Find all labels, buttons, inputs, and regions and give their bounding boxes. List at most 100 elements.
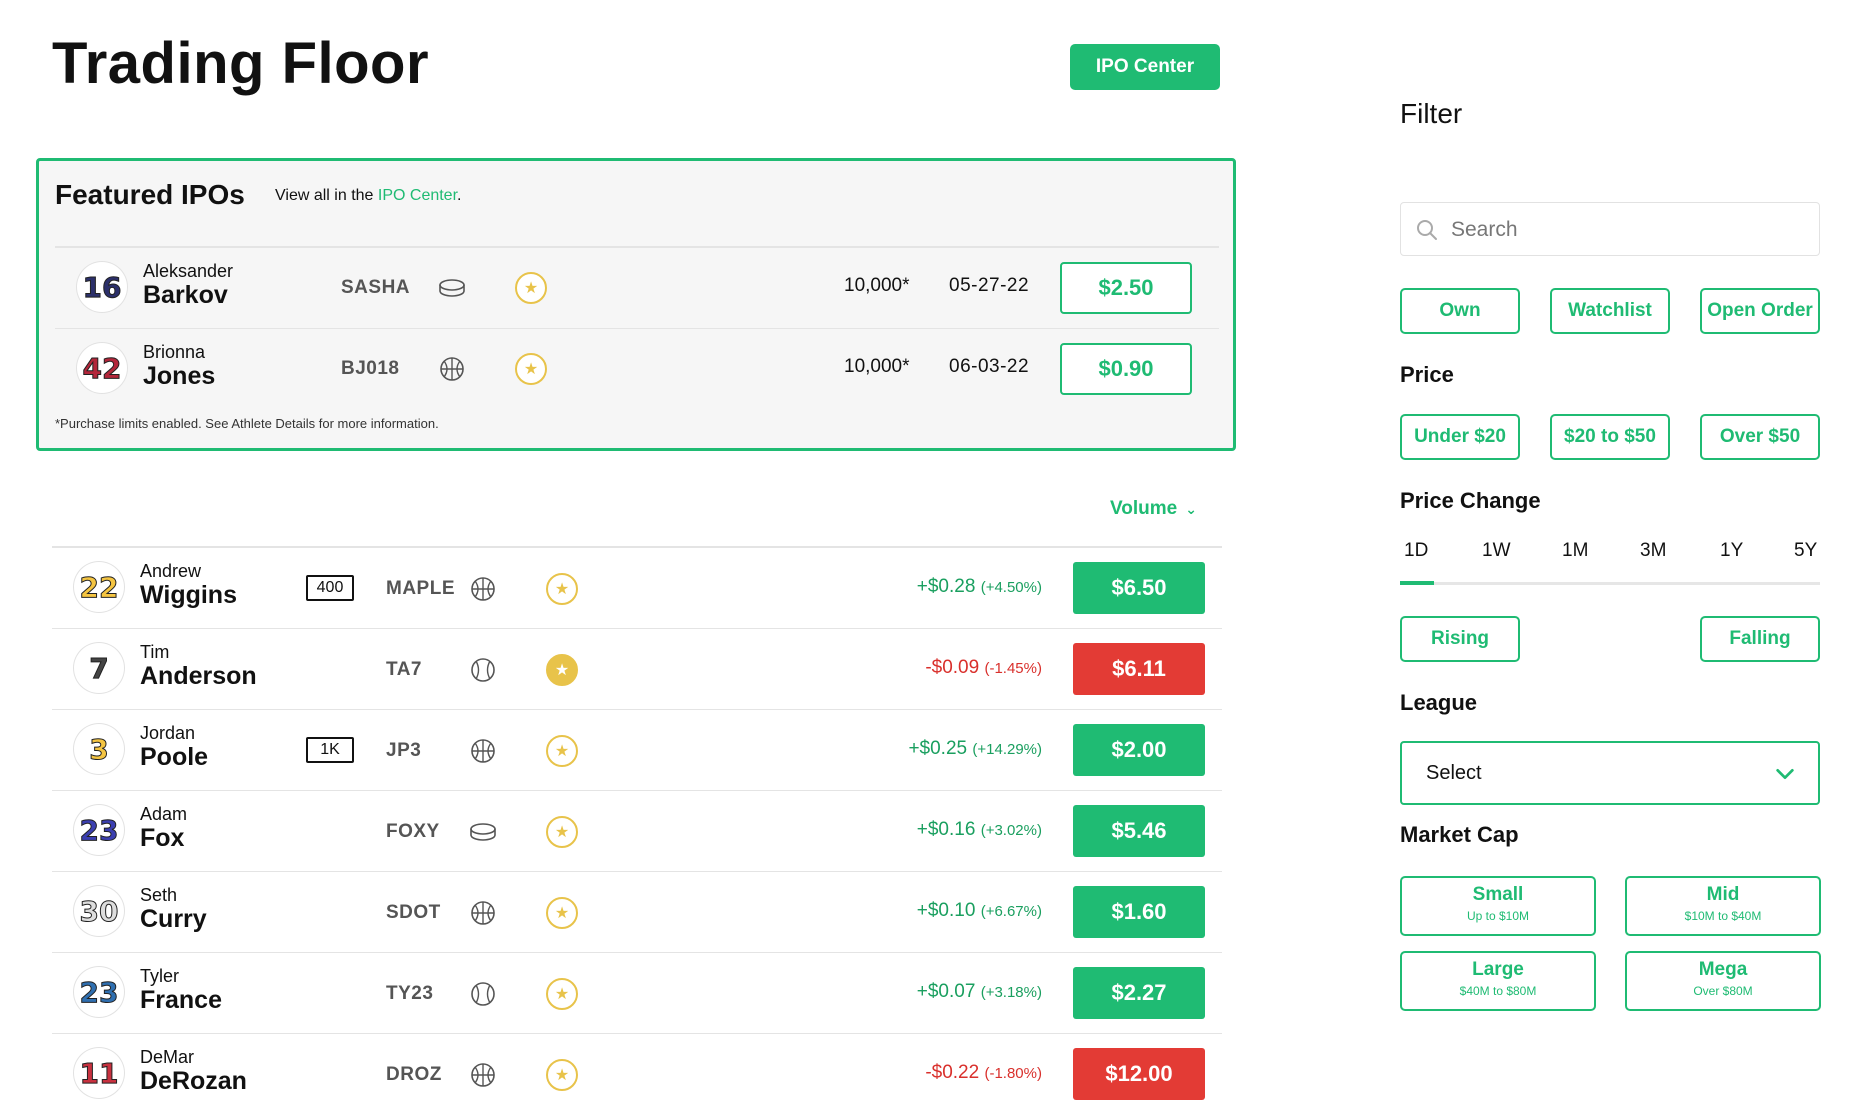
league-select-value: Select [1426,762,1482,784]
athlete-row[interactable]: 11 DeMar DeRozan DROZ ★ -$0.22 (-1.80%) $12.00 [52,1034,1222,1103]
chevron-down-icon [1776,768,1794,780]
price-20-to-50-button[interactable]: $20 to $50 [1550,414,1670,460]
athlete-ticker: JP3 [386,740,422,761]
falling-button[interactable]: Falling [1700,616,1820,662]
jersey-avatar: 16 [77,262,127,312]
timeframe-tab-1y[interactable]: 1Y [1720,540,1743,562]
basketball-icon [469,899,497,927]
price-change-amount: +$0.28 [916,576,976,597]
price-under-20-button[interactable]: Under $20 [1400,414,1520,460]
athlete-ticker: FOXY [386,821,440,842]
athlete-last-name: Jones [143,362,216,390]
watchlist-star-icon[interactable]: ★ [515,272,547,304]
price-change-percent: (+14.29%) [972,741,1042,758]
price-over-50-button[interactable]: Over $50 [1700,414,1820,460]
timeframe-tab-5y[interactable]: 5Y [1794,540,1817,562]
market-cap-mega-button[interactable]: Mega Over $80M [1625,951,1821,1011]
baseball-icon [469,656,497,684]
timeframe-tab-1w[interactable]: 1W [1482,540,1511,562]
hockey-puck-icon [438,274,466,302]
market-cap-small-button[interactable]: Small Up to $10M [1400,876,1596,936]
price-change-amount: +$0.16 [916,819,976,840]
athlete-last-name: Anderson [140,662,257,690]
price-button[interactable]: $12.00 [1073,1048,1205,1100]
ipo-date: 05-27-22 [949,275,1030,296]
athlete-first-name: Jordan [140,723,196,743]
price-change: +$0.28 (+4.50%) [917,576,1042,598]
watchlist-star-icon[interactable]: ★ [515,353,547,385]
market-cap-mid-button[interactable]: Mid $10M to $40M [1625,876,1821,936]
purchase-limit-note: *Purchase limits enabled. See Athlete De… [55,416,439,431]
price-change-amount: +$0.25 [908,738,968,759]
timeframe-tab-3m[interactable]: 3M [1640,540,1666,562]
watchlist-star-icon[interactable]: ★ [546,978,578,1010]
ipo-center-button[interactable]: IPO Center [1070,44,1220,90]
watchlist-star-icon[interactable]: ★ [546,897,578,929]
price-button[interactable]: $2.00 [1073,724,1205,776]
watchlist-star-icon[interactable]: ★ [546,654,578,686]
athlete-ticker: MAPLE [386,578,455,599]
price-button[interactable]: $6.11 [1073,643,1205,695]
page-title: Trading Floor [52,31,430,96]
athlete-row[interactable]: 23 Tyler France TY23 ★ +$0.07 (+3.18%) $2.27 [52,953,1222,1034]
athlete-ticker: TY23 [386,983,434,1004]
ipo-price-button[interactable]: $2.50 [1060,262,1192,314]
watchlist-star-icon[interactable]: ★ [546,1059,578,1091]
price-change-percent: (+3.02%) [980,822,1042,839]
rising-button[interactable]: Rising [1400,616,1520,662]
watchlist-star-icon[interactable]: ★ [546,735,578,767]
search-input[interactable] [1451,211,1801,249]
price-button[interactable]: $1.60 [1073,886,1205,938]
search-box[interactable] [1400,202,1820,256]
filter-watchlist-button[interactable]: Watchlist [1550,288,1670,334]
filter-title: Filter [1400,98,1463,129]
price-change-percent: (+3.18%) [980,984,1042,1001]
athlete-first-name: Seth [140,885,178,905]
price-button[interactable]: $6.50 [1073,562,1205,614]
ipo-price-button[interactable]: $0.90 [1060,343,1192,395]
athlete-first-name: Tyler [140,966,180,986]
jersey-avatar: 42 [77,343,127,393]
athlete-last-name: Fox [140,824,185,852]
athlete-row[interactable]: 30 Seth Curry SDOT ★ +$0.10 (+6.67%) $1.60 [52,872,1222,953]
athlete-last-name: Wiggins [140,581,237,609]
market-cap-range: $10M to $40M [1684,909,1762,923]
jersey-avatar: 11 [74,1048,124,1098]
ipo-volume: 10,000* [844,356,910,377]
athlete-last-name: Barkov [143,281,228,309]
basketball-icon [469,575,497,603]
price-button[interactable]: $5.46 [1073,805,1205,857]
athlete-row[interactable]: 22 Andrew Wiggins 400 MAPLE ★ +$0.28 (+4.50%) $… [52,548,1222,629]
athlete-row[interactable]: 23 Adam Fox FOXY ★ +$0.16 (+3.02%) $5.46 [52,791,1222,872]
athlete-row[interactable]: 3 Jordan Poole 1K JP3 ★ +$0.25 (+14.29%) $2.00 [52,710,1222,791]
filter-own-button[interactable]: Own [1400,288,1520,334]
watchlist-star-icon[interactable]: ★ [546,573,578,605]
sort-dropdown[interactable]: Volume ⌄ [1110,498,1197,520]
athlete-last-name: France [140,986,222,1014]
price-change-amount: +$0.07 [916,981,976,1002]
jersey-avatar: 30 [74,886,124,936]
athlete-first-name: Aleksander [143,261,234,281]
timeframe-tab-1m[interactable]: 1M [1562,540,1588,562]
ipo-center-link[interactable]: IPO Center [378,187,457,204]
jersey-avatar: 23 [74,967,124,1017]
featured-ipo-row[interactable]: 16 Aleksander Barkov SASHA ★ 10,000* 05-27-22 $… [55,248,1219,329]
jersey-avatar: 7 [74,643,124,693]
athlete-ticker: BJ018 [341,358,400,379]
featured-title: Featured IPOs [55,179,245,210]
sort-label: Volume [1110,498,1178,519]
hockey-puck-icon [469,818,497,846]
featured-ipo-row[interactable]: 42 Brionna Jones BJ018 ★ 10,000* 06-03-22 $0.90 [55,329,1219,410]
athlete-row[interactable]: 7 Tim Anderson TA7 ★ -$0.09 (-1.45%) $6.11 [52,629,1222,710]
price-change: +$0.25 (+14.29%) [908,738,1042,760]
market-cap-large-button[interactable]: Large $40M to $80M [1400,951,1596,1011]
league-select[interactable]: Select [1400,741,1820,805]
filter-open-order-button[interactable]: Open Order [1700,288,1820,334]
timeframe-tab-1d[interactable]: 1D [1404,540,1428,562]
baseball-icon [469,980,497,1008]
watchlist-star-icon[interactable]: ★ [546,816,578,848]
price-change-percent: (-1.45%) [984,660,1042,677]
price-button[interactable]: $2.27 [1073,967,1205,1019]
athlete-ticker: TA7 [386,659,422,680]
chevron-down-icon: ⌄ [1185,500,1197,517]
